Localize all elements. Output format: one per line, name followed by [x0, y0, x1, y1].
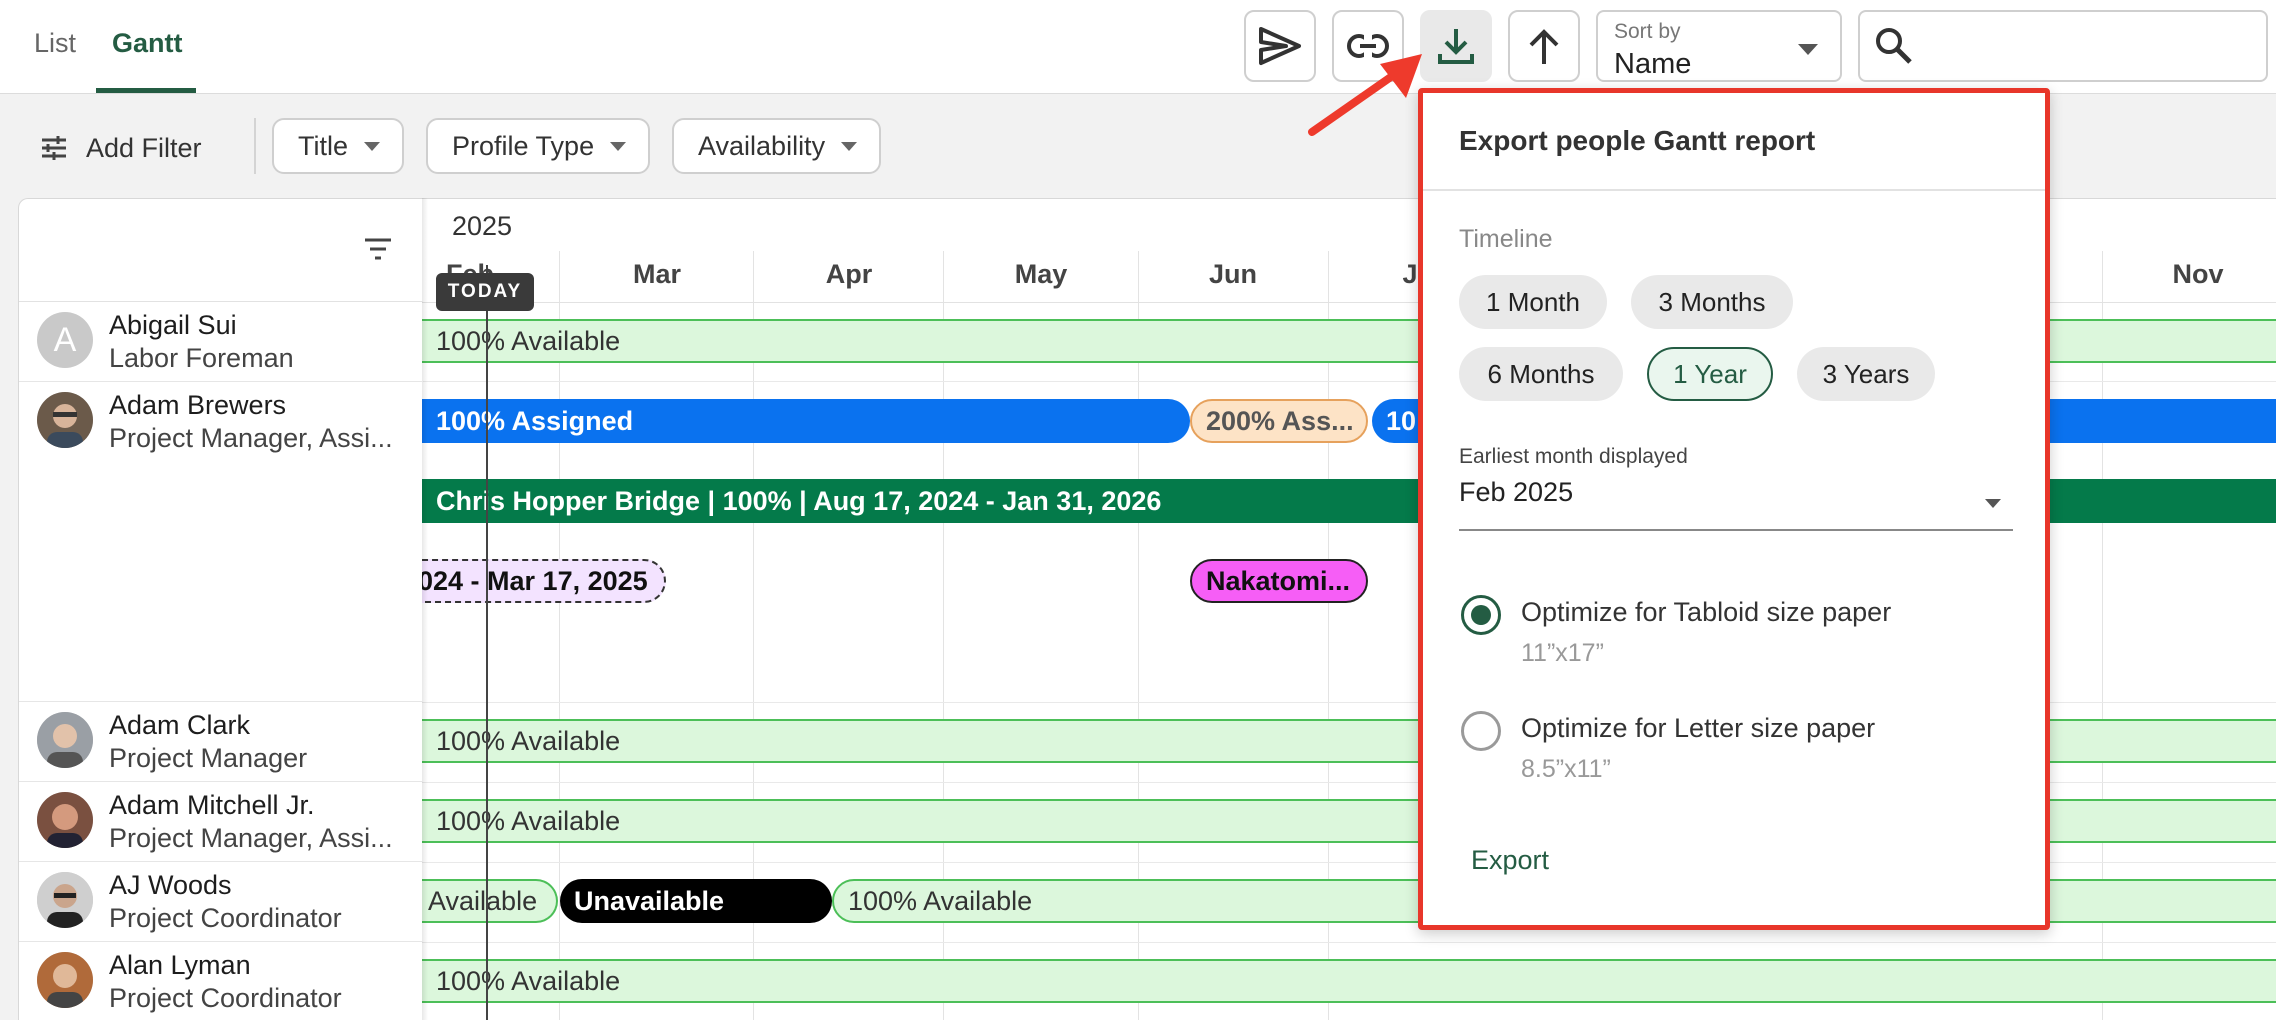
search-icon — [1876, 28, 1912, 64]
chevron-down-icon — [1798, 44, 1818, 55]
person-row[interactable]: Adam Mitchell Jr. Project Manager, Assi.… — [19, 782, 423, 862]
person-name: Alan Lyman — [109, 950, 251, 980]
person-row[interactable]: AJ Woods Project Coordinator — [19, 862, 423, 942]
search-input[interactable] — [1930, 24, 2250, 68]
tabloid-size-text: 11”x17” — [1521, 639, 1604, 667]
chevron-down-icon — [1985, 499, 2001, 508]
person-name: AJ Woods — [109, 870, 232, 900]
tentative-project-bar[interactable]: 024 - Mar 17, 2025 — [422, 559, 666, 603]
earliest-month-value: Feb 2025 — [1459, 477, 1574, 507]
month-jul: J — [1402, 259, 1418, 289]
person-name: Adam Clark — [109, 710, 251, 740]
sort-select[interactable]: Sort by Name — [1596, 10, 1842, 82]
today-marker-line — [486, 265, 488, 1020]
month-nov: Nov — [2172, 259, 2224, 289]
sort-label: Sort by — [1614, 20, 1681, 43]
avatar — [37, 952, 93, 1008]
avatar-initial: A — [53, 320, 77, 359]
timeline-label: Timeline — [1459, 225, 1553, 253]
person-title: Project Manager, Assi... — [109, 423, 393, 453]
radio-tabloid[interactable] — [1461, 595, 1501, 635]
availability-bar[interactable]: 100% Available — [422, 959, 2276, 1003]
filter-sliders-icon — [42, 136, 66, 160]
letter-option-label[interactable]: Optimize for Letter size paper — [1521, 713, 1875, 744]
filter-chip-title[interactable]: Title — [272, 118, 405, 174]
chevron-down-icon — [610, 141, 627, 151]
add-filter-button[interactable]: Add Filter — [40, 126, 202, 170]
popup-title: Export people Gantt report — [1459, 125, 1816, 156]
tabloid-option-label[interactable]: Optimize for Tabloid size paper — [1521, 597, 1891, 628]
month-jun: Jun — [1208, 259, 1258, 289]
add-filter-label: Add Filter — [86, 132, 202, 163]
person-title: Project Coordinator — [109, 983, 342, 1013]
active-tab-indicator — [96, 88, 196, 93]
earliest-month-select[interactable]: Feb 2025 — [1459, 477, 2013, 531]
person-title: Project Manager, Assi... — [109, 823, 393, 853]
timeline-option-3-months[interactable]: 3 Months — [1631, 275, 1793, 329]
avatar — [37, 872, 93, 928]
download-icon — [1438, 29, 1474, 64]
person-row[interactable]: Adam Brewers Project Manager, Assi... — [19, 382, 423, 702]
chip-label: Availability — [698, 130, 826, 161]
assignment-bar[interactable]: 100% Assigned — [422, 399, 1190, 443]
tab-list[interactable]: List — [34, 28, 76, 59]
gantt-page: List Gantt Sort by Name Add Filter Title… — [0, 0, 2276, 1020]
filter-chip-availability[interactable]: Availability — [672, 118, 882, 174]
month-may: May — [1014, 259, 1068, 289]
send-icon — [1259, 27, 1301, 65]
unavailable-bar[interactable]: Unavailable — [560, 879, 832, 923]
person-row[interactable]: A Abigail Sui Labor Foreman — [19, 302, 423, 382]
arrow-up-icon — [1529, 29, 1559, 64]
avatar — [37, 392, 93, 448]
person-title: Project Coordinator — [109, 903, 342, 933]
export-gantt-popup: Export people Gantt report Timeline 1 Mo… — [1418, 88, 2050, 930]
year-label: 2025 — [452, 211, 513, 241]
person-name: Adam Mitchell Jr. — [109, 790, 315, 820]
letter-size-text: 8.5”x11” — [1521, 755, 1611, 783]
person-name: Adam Brewers — [109, 390, 287, 420]
month-mar: Mar — [632, 259, 682, 289]
person-row[interactable]: Alan Lyman Project Coordinator — [19, 942, 423, 1020]
person-title: Project Manager — [109, 743, 308, 773]
filter-chip-profile-type[interactable]: Profile Type — [426, 118, 651, 174]
project-bar[interactable]: Nakatomi... — [1190, 559, 1368, 603]
row-divider — [422, 942, 2276, 943]
chip-label: Title — [298, 130, 349, 161]
chevron-down-icon — [364, 141, 381, 151]
filter-divider — [254, 118, 256, 174]
people-panel-header — [19, 199, 423, 302]
over-assignment-bar[interactable]: 200% Ass... — [1190, 399, 1368, 443]
popup-divider — [1423, 189, 2045, 191]
avatar — [37, 712, 93, 768]
sort-direction-button[interactable] — [1508, 10, 1580, 82]
person-title: Labor Foreman — [109, 343, 294, 373]
chevron-down-icon — [841, 141, 858, 151]
person-row[interactable]: Adam Clark Project Manager — [19, 702, 423, 782]
people-panel: A Abigail Sui Labor Foreman Adam Brewers… — [18, 198, 423, 1020]
timeline-option-1-year[interactable]: 1 Year — [1647, 347, 1773, 401]
sort-value: Name — [1614, 48, 1692, 80]
timeline-option-3-years[interactable]: 3 Years — [1797, 347, 1935, 401]
person-name: Abigail Sui — [109, 310, 237, 340]
timeline-option-1-month[interactable]: 1 Month — [1459, 275, 1607, 329]
tab-gantt[interactable]: Gantt — [112, 28, 183, 59]
export-button[interactable]: Export — [1471, 845, 1549, 876]
radio-letter[interactable] — [1461, 711, 1501, 751]
avatar: A — [37, 312, 93, 368]
month-apr: Apr — [825, 259, 873, 289]
search-box[interactable] — [1858, 10, 2268, 82]
availability-bar[interactable]: Available — [422, 879, 558, 923]
timeline-option-6-months[interactable]: 6 Months — [1459, 347, 1623, 401]
top-bar: List Gantt Sort by Name — [0, 0, 2276, 94]
chip-label: Profile Type — [452, 130, 595, 161]
earliest-month-label: Earliest month displayed — [1459, 445, 1688, 468]
filter-lines-icon[interactable] — [363, 237, 393, 261]
today-marker-tag: TODAY — [436, 273, 534, 311]
avatar — [37, 792, 93, 848]
